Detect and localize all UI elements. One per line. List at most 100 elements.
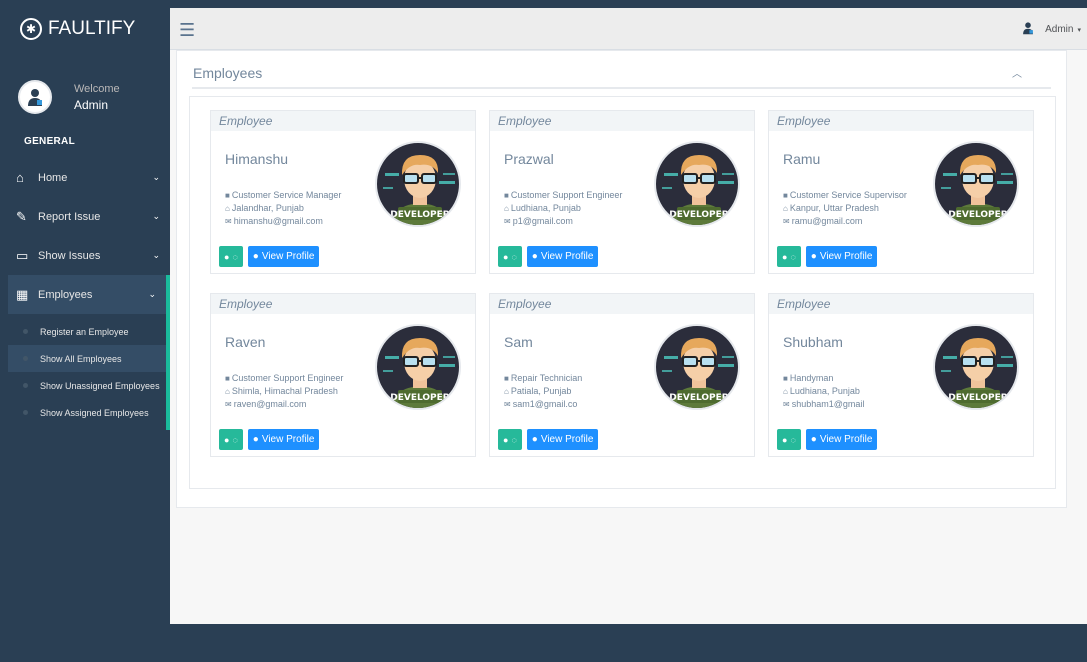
home-icon: ⌂ (225, 387, 230, 396)
user-icon: ● (503, 434, 509, 445)
view-profile-button[interactable]: ● View Profile (526, 246, 599, 267)
comments-icon: ◌ (790, 434, 796, 445)
comments-icon: ◌ (511, 251, 517, 262)
top-bar: ☰ Admin ▾ (170, 8, 1087, 50)
sidebar-item-employees[interactable]: ▦ Employees ⌄ (8, 275, 170, 314)
employee-email: himanshu@gmail.com (233, 216, 323, 226)
employee-location: Jalandhar, Punjab (231, 203, 304, 213)
view-profile-label: View Profile (540, 434, 594, 445)
menu-toggle-icon[interactable]: ☰ (179, 20, 195, 41)
view-profile-button[interactable]: ● View Profile (805, 429, 878, 450)
employee-name: Ramu (783, 151, 821, 167)
employee-info: ■ Customer Support Engineer ⌂ Shimla, Hima… (225, 372, 343, 411)
sidebar-item-show-issues[interactable]: ▭ Show Issues ⌄ (8, 236, 170, 275)
briefcase-icon: ■ (225, 191, 230, 200)
card-header: Employee (490, 294, 754, 314)
employee-card: Employee Himanshu ■ Customer Service Mana… (210, 110, 476, 274)
contact-button[interactable]: ● ◌ (777, 246, 801, 267)
comments-icon: ◌ (232, 251, 238, 262)
employee-email: shubham1@gmail (791, 399, 865, 409)
bug-icon: ✱ (20, 18, 42, 40)
briefcase-icon: ■ (504, 191, 509, 200)
developer-avatar: DEVELOPER (654, 324, 740, 410)
home-icon: ⌂ (504, 387, 509, 396)
brand-name: FAULTIFY (48, 18, 136, 39)
submenu-show-all-employees[interactable]: Show All Employees (8, 345, 166, 372)
employee-role: Customer Support Engineer (510, 190, 623, 200)
envelope-icon: ✉ (783, 400, 790, 409)
submenu-show-assigned-employees[interactable]: Show Assigned Employees (8, 399, 166, 426)
sidebar-item-report-issue[interactable]: ✎ Report Issue ⌄ (8, 197, 170, 236)
view-profile-label: View Profile (819, 251, 873, 262)
contact-button[interactable]: ● ◌ (498, 246, 522, 267)
view-profile-button[interactable]: ● View Profile (805, 246, 878, 267)
card-header: Employee (769, 111, 1033, 131)
contact-button[interactable]: ● ◌ (219, 429, 243, 450)
employee-role: Customer Service Supervisor (789, 190, 907, 200)
developer-badge: DEVELOPER (948, 393, 1008, 403)
employee-email: ramu@gmail.com (791, 216, 863, 226)
developer-badge: DEVELOPER (669, 393, 729, 403)
employee-location: Shimla, Himachal Pradesh (231, 386, 338, 396)
sidebar-item-home[interactable]: ⌂ Home ⌄ (8, 158, 170, 197)
contact-button[interactable]: ● ◌ (498, 429, 522, 450)
developer-avatar: DEVELOPER (933, 141, 1019, 227)
employee-name: Himanshu (225, 151, 289, 167)
contact-button[interactable]: ● ◌ (219, 246, 243, 267)
developer-badge: DEVELOPER (390, 210, 450, 220)
profile: Welcome Admin (8, 50, 170, 126)
developer-badge: DEVELOPER (390, 393, 450, 403)
submenu-register-employee[interactable]: Register an Employee (8, 318, 166, 345)
user-icon: ● (224, 434, 230, 445)
user-icon: ● (252, 251, 259, 262)
envelope-icon: ✉ (504, 217, 511, 226)
card-header: Employee (211, 111, 475, 131)
home-icon: ⌂ (783, 387, 788, 396)
sidebar-item-label: Report Issue (38, 210, 101, 223)
view-profile-button[interactable]: ● View Profile (526, 429, 599, 450)
employee-role: Handyman (789, 373, 834, 383)
home-icon: ⌂ (16, 170, 24, 185)
user-icon: ● (252, 434, 259, 445)
employee-card: Employee Prazwal ■ Customer Support Engin… (489, 110, 755, 274)
avatar (18, 80, 52, 114)
sidebar-item-label: Show Issues (38, 249, 101, 262)
employee-info: ■ Customer Support Engineer ⌂ Ludhiana, Pu… (504, 189, 622, 228)
profile-name: Admin (74, 97, 109, 112)
employee-role: Repair Technician (510, 373, 583, 383)
employee-card: Employee Raven ■ Customer Support Enginee… (210, 293, 476, 457)
comments-icon: ◌ (511, 434, 517, 445)
employee-card: Employee Sam ■ Repair Technician ⌂ Patiala… (489, 293, 755, 457)
user-menu[interactable]: Admin ▾ (1021, 21, 1081, 38)
chevron-down-icon: ⌄ (148, 289, 156, 299)
employee-location: Ludhiana, Punjab (789, 386, 860, 396)
desktop-icon: ▭ (16, 247, 29, 263)
user-icon: ● (782, 251, 788, 262)
user-icon: ● (810, 434, 817, 445)
card-header: Employee (211, 294, 475, 314)
submenu-show-unassigned-employees[interactable]: Show Unassigned Employees (8, 372, 166, 399)
envelope-icon: ✉ (504, 400, 511, 409)
employee-email: p1@gmail.com (512, 216, 573, 226)
employee-role: Customer Support Engineer (231, 373, 344, 383)
developer-avatar: DEVELOPER (375, 324, 461, 410)
employee-info: ■ Customer Service Manager ⌂ Jalandhar, Pu… (225, 189, 341, 228)
caret-down-icon: ▾ (1077, 26, 1081, 34)
chevron-up-icon[interactable]: ︿ (1012, 65, 1022, 80)
user-admin-icon (1021, 21, 1035, 38)
sidebar-item-label: Employees (38, 288, 93, 301)
comments-icon: ◌ (790, 251, 796, 262)
section-title: GENERAL (24, 136, 75, 147)
developer-avatar: DEVELOPER (375, 141, 461, 227)
view-profile-label: View Profile (819, 434, 873, 445)
employee-info: ■ Repair Technician ⌂ Patiala, Punjab ✉ sam… (504, 372, 582, 411)
employee-info: ■ Customer Service Supervisor ⌂ Kanpur, Ut… (783, 189, 907, 228)
employee-name: Sam (504, 334, 533, 350)
contact-button[interactable]: ● ◌ (777, 429, 801, 450)
envelope-icon: ✉ (783, 217, 790, 226)
view-profile-button[interactable]: ● View Profile (247, 246, 320, 267)
chevron-down-icon: ⌄ (152, 211, 160, 221)
brand[interactable]: ✱ FAULTIFY (8, 8, 170, 50)
view-profile-button[interactable]: ● View Profile (247, 429, 320, 450)
developer-badge: DEVELOPER (948, 210, 1008, 220)
